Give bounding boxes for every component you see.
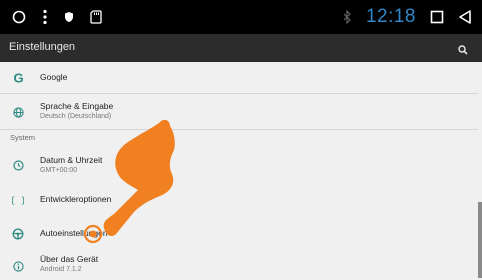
search-icon[interactable] [458, 42, 468, 60]
app-bar: Einstellungen [0, 34, 482, 62]
steering-wheel-icon [11, 227, 25, 241]
settings-item-language[interactable]: Sprache & Eingabe Deutsch (Deutschland) [0, 94, 478, 128]
code-braces-icon: { } [11, 193, 25, 207]
section-header-system: System [10, 133, 36, 142]
settings-item-subtitle: GMT+00:00 [40, 167, 78, 174]
settings-item-subtitle: Deutsch (Deutschland) [40, 113, 112, 120]
info-icon [11, 259, 25, 273]
settings-item-date-time[interactable]: Datum & Uhrzeit GMT+00:00 [0, 146, 478, 184]
settings-item-title: Datum & Uhrzeit [40, 155, 103, 165]
status-bar: 12:18 [0, 0, 482, 34]
svg-text:G: G [13, 71, 23, 84]
scrollbar[interactable] [478, 202, 482, 278]
more-vert-icon[interactable] [42, 9, 48, 25]
settings-item-google[interactable]: G Google [0, 62, 478, 92]
svg-text:{ }: { } [12, 197, 24, 206]
shield-icon [64, 11, 74, 23]
settings-item-subtitle: Android 7.1.2 [40, 266, 82, 273]
settings-item-about-device[interactable]: Über das Gerät Android 7.1.2 [0, 248, 478, 280]
sd-card-icon [90, 10, 102, 24]
settings-item-title: Google [40, 72, 68, 82]
settings-item-title: Entwickleroptionen [40, 194, 112, 204]
google-g-icon: G [11, 70, 25, 84]
globe-icon [11, 105, 25, 119]
bluetooth-icon [342, 10, 352, 24]
clock-icon [11, 158, 25, 172]
settings-item-car-settings[interactable]: Autoeinstellungen [0, 218, 478, 248]
settings-item-title: Sprache & Eingabe [40, 101, 114, 111]
square-recents-icon[interactable] [430, 10, 444, 24]
settings-list: G Google Sprache & Eingabe Deutsch (Deut… [0, 62, 482, 280]
page-title: Einstellungen [9, 41, 76, 53]
settings-item-title: Über das Gerät [40, 254, 99, 264]
divider [0, 129, 478, 130]
settings-item-title: Autoeinstellungen [40, 228, 108, 238]
settings-item-developer-options[interactable]: { } Entwickleroptionen [0, 184, 478, 214]
circle-home-icon[interactable] [12, 10, 26, 24]
triangle-back-icon[interactable] [458, 9, 472, 25]
clock: 12:18 [365, 6, 416, 27]
